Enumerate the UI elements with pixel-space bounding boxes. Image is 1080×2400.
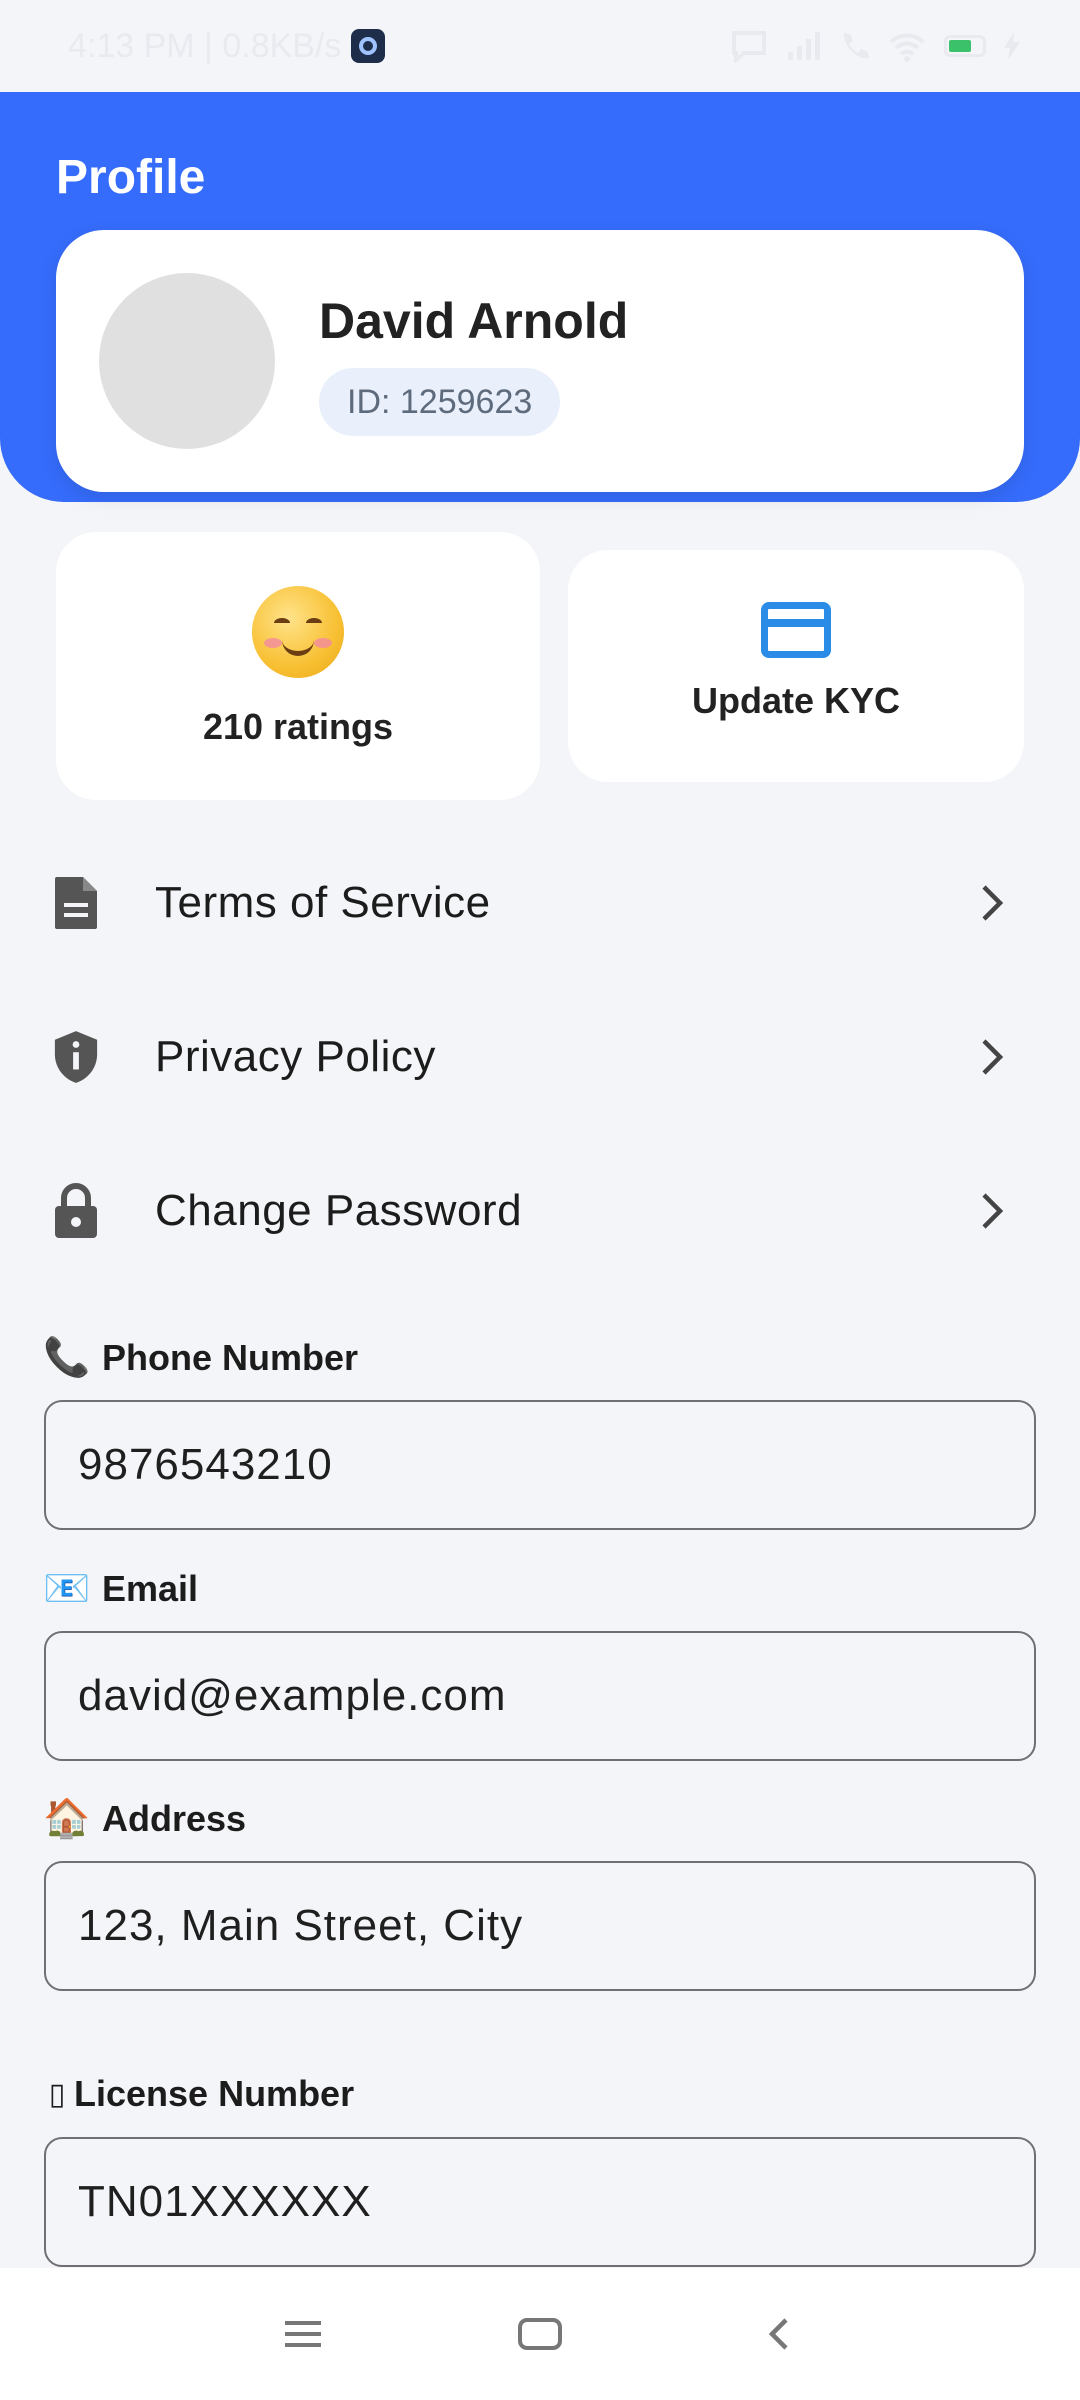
menu-item-change-password[interactable]: Change Password (0, 1151, 1080, 1271)
missing-glyph-icon: ▯ (48, 2077, 66, 2111)
license-label: ▯ License Number (44, 2073, 354, 2115)
phone-field[interactable] (44, 1400, 1036, 1530)
back-chevron-icon (768, 2318, 788, 2350)
address-label: 🏠 Address (43, 1797, 247, 1841)
email-field[interactable] (44, 1631, 1036, 1761)
update-kyc-label: Update KYC (691, 680, 901, 721)
license-field[interactable] (44, 2137, 1036, 2267)
address-input[interactable] (78, 1901, 1034, 1951)
avatar[interactable] (99, 273, 275, 449)
signal-icon (788, 32, 820, 60)
license-input[interactable] (78, 2177, 1034, 2227)
chevron-right-icon (982, 1193, 1004, 1229)
menu-label-privacy: Privacy Policy (155, 1032, 436, 1081)
ratings-label: 210 ratings (202, 706, 394, 747)
page-title: Profile (56, 151, 206, 204)
menu-label-password: Change Password (155, 1186, 523, 1235)
smiling-face-icon (252, 586, 344, 678)
status-bar: 4:13 PM | 0.8KB/s (0, 0, 1080, 92)
phone-label-text: Phone Number (102, 1337, 359, 1378)
home-square-icon (518, 2318, 562, 2350)
chevron-right-icon (982, 885, 1004, 921)
user-name: David Arnold (319, 293, 629, 349)
address-field[interactable] (44, 1861, 1036, 1991)
app-notification-icon (351, 29, 386, 63)
chat-icon (732, 31, 766, 63)
back-nav-button[interactable] (748, 2308, 808, 2360)
menu-item-privacy-policy[interactable]: Privacy Policy (0, 997, 1080, 1117)
status-right (730, 29, 1020, 63)
document-icon (52, 875, 100, 931)
email-label: 📧 Email (43, 1567, 199, 1611)
phone-input[interactable] (78, 1440, 1034, 1490)
call-icon (843, 33, 869, 59)
credit-card-icon (761, 602, 831, 658)
menu-item-terms-of-service[interactable]: Terms of Service (0, 843, 1080, 963)
lock-icon (52, 1183, 100, 1239)
ratings-card[interactable]: 210 ratings (56, 532, 540, 800)
phone-label: 📞 Phone Number (43, 1336, 359, 1380)
email-input[interactable] (78, 1671, 1034, 1721)
chevron-right-icon (982, 1039, 1004, 1075)
profile-card: David Arnold ID: 1259623 (56, 230, 1024, 492)
shield-info-icon (52, 1029, 100, 1085)
wifi-icon (889, 33, 925, 62)
battery-icon (944, 35, 986, 57)
phone-icon: 📞 (43, 1337, 91, 1379)
user-id-badge: ID: 1259623 (319, 368, 561, 436)
charging-icon (1004, 32, 1020, 60)
menu-nav-button[interactable] (273, 2308, 333, 2360)
house-icon: 🏠 (43, 1798, 91, 1840)
status-left: 4:13 PM | 0.8KB/s (68, 26, 386, 66)
address-label-text: Address (102, 1798, 247, 1839)
license-label-text: License Number (74, 2073, 355, 2114)
email-label-text: Email (102, 1568, 199, 1609)
update-kyc-button[interactable]: Update KYC (568, 550, 1024, 782)
home-nav-button[interactable] (510, 2308, 570, 2360)
status-time: 4:13 PM | 0.8KB/s (68, 26, 342, 65)
menu-lines-icon (285, 2321, 321, 2347)
system-nav-bar (0, 2268, 1080, 2400)
menu-label-terms: Terms of Service (155, 878, 491, 927)
email-icon: 📧 (43, 1568, 91, 1610)
